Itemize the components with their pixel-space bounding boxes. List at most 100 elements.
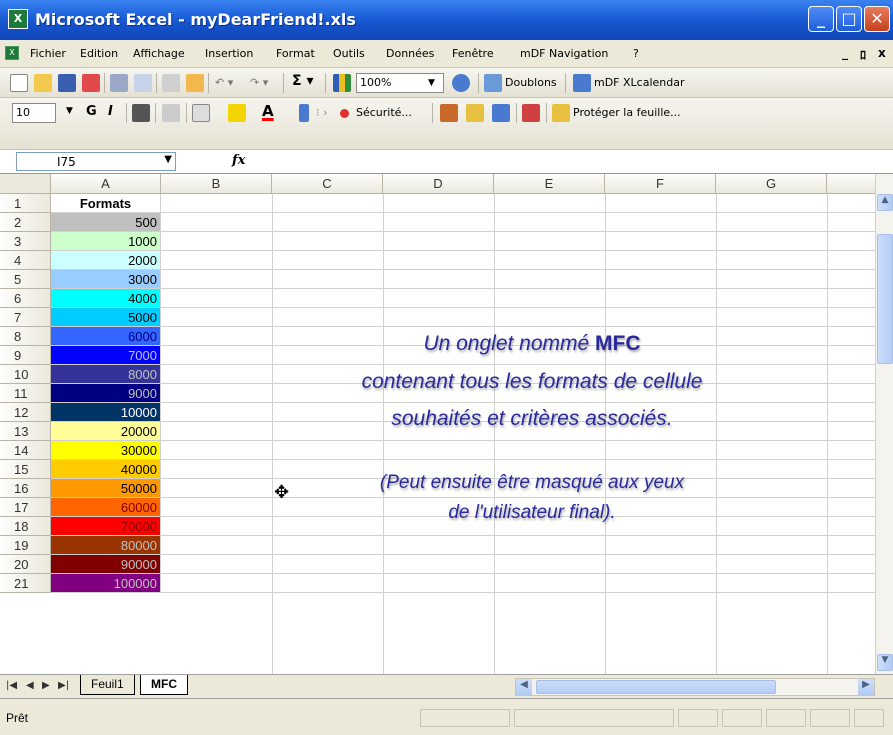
format-cell[interactable]: 40000 xyxy=(51,460,161,479)
row-header[interactable]: 8 xyxy=(0,327,51,346)
tab-mfc[interactable]: MFC xyxy=(140,675,188,695)
undo-icon[interactable]: ↶ ▾ xyxy=(215,76,233,89)
column-header-e[interactable]: E xyxy=(494,174,605,194)
tool-icon-1[interactable] xyxy=(440,104,458,122)
doc-minimize-button[interactable]: _ xyxy=(842,46,848,60)
row-header[interactable]: 17 xyxy=(0,498,51,517)
row-header[interactable]: 4 xyxy=(0,251,51,270)
doc-restore-button[interactable]: ﾛ xyxy=(860,46,866,63)
column-header-d[interactable]: D xyxy=(383,174,494,194)
doublons-icon[interactable] xyxy=(484,74,502,92)
menu-outils[interactable]: Outils xyxy=(333,47,365,60)
name-box[interactable]: I75 ▼ xyxy=(16,152,176,171)
select-all-corner[interactable] xyxy=(0,174,51,194)
vertical-scrollbar[interactable]: ▲ ▼ xyxy=(875,174,893,674)
row-header[interactable]: 2 xyxy=(0,213,51,232)
tool-icon-3[interactable] xyxy=(492,104,510,122)
function-icon[interactable]: fx xyxy=(232,153,245,168)
next-sheet-icon[interactable]: ▶ xyxy=(42,680,50,691)
menu-affichage[interactable]: Affichage xyxy=(133,47,185,60)
row-header[interactable]: 14 xyxy=(0,441,51,460)
worksheet-grid[interactable]: A B C D E F G 1 2 500 3 1000 4 2000 5 3000 6 4000 7… xyxy=(0,174,875,674)
row-header[interactable]: 10 xyxy=(0,365,51,384)
zoom-dropdown-icon[interactable]: ▼ xyxy=(428,78,435,88)
menu-fenetre[interactable]: Fenêtre xyxy=(452,47,494,60)
copy-icon[interactable] xyxy=(162,74,180,92)
scroll-up-button[interactable]: ▲ xyxy=(877,194,893,211)
row-header[interactable]: 6 xyxy=(0,289,51,308)
formats-header-cell[interactable]: Formats xyxy=(51,194,161,213)
row-header[interactable]: 1 xyxy=(0,194,51,213)
font-size-select[interactable]: 10 xyxy=(12,103,56,123)
scroll-left-button[interactable]: ◀ xyxy=(516,679,532,695)
format-cell[interactable]: 4000 xyxy=(51,289,161,308)
excel-icon[interactable]: X xyxy=(8,9,28,29)
format-cell[interactable]: 70000 xyxy=(51,517,161,536)
format-cell[interactable]: 60000 xyxy=(51,498,161,517)
menu-donnees[interactable]: Données xyxy=(386,47,434,60)
open-folder-icon[interactable] xyxy=(34,74,52,92)
borders-icon[interactable] xyxy=(192,104,210,122)
close-button[interactable]: ✕ xyxy=(864,6,890,32)
format-cell[interactable]: 7000 xyxy=(51,346,161,365)
fill-color-icon[interactable] xyxy=(228,104,246,122)
security-icon[interactable] xyxy=(340,109,349,118)
row-header[interactable]: 13 xyxy=(0,422,51,441)
row-header[interactable]: 9 xyxy=(0,346,51,365)
format-cell[interactable]: 6000 xyxy=(51,327,161,346)
menu-format[interactable]: Format xyxy=(276,47,315,60)
row-header[interactable]: 11 xyxy=(0,384,51,403)
securite-button[interactable]: Sécurité... xyxy=(356,106,412,119)
row-header[interactable]: 16 xyxy=(0,479,51,498)
row-header[interactable]: 3 xyxy=(0,232,51,251)
save-icon[interactable] xyxy=(58,74,76,92)
format-cell[interactable]: 500 xyxy=(51,213,161,232)
doc-close-button[interactable]: x xyxy=(878,46,886,60)
print-preview-icon[interactable] xyxy=(134,74,152,92)
protect-sheet-icon[interactable] xyxy=(552,104,570,122)
scroll-down-button[interactable]: ▼ xyxy=(877,654,893,671)
column-header-f[interactable]: F xyxy=(605,174,716,194)
format-cell[interactable]: 100000 xyxy=(51,574,161,593)
redo-icon[interactable]: ↷ ▾ xyxy=(250,76,268,89)
format-cell[interactable]: 30000 xyxy=(51,441,161,460)
autosum-icon[interactable]: Σ ▾ xyxy=(292,73,313,89)
format-cell[interactable]: 9000 xyxy=(51,384,161,403)
format-cell[interactable]: 50000 xyxy=(51,479,161,498)
tool-icon-2[interactable] xyxy=(466,104,484,122)
options-icon[interactable] xyxy=(299,104,309,122)
merge-center-icon[interactable] xyxy=(132,104,150,122)
format-cell[interactable]: 8000 xyxy=(51,365,161,384)
maximize-button[interactable]: □ xyxy=(836,6,862,32)
minimize-button[interactable]: _ xyxy=(808,6,834,32)
row-header[interactable]: 7 xyxy=(0,308,51,327)
xlcalendar-button[interactable]: mDF XLcalendar xyxy=(594,76,685,89)
format-cell[interactable]: 80000 xyxy=(51,536,161,555)
workbook-icon[interactable]: X xyxy=(5,46,19,60)
column-header-a[interactable]: A xyxy=(51,174,161,194)
horizontal-scroll-thumb[interactable] xyxy=(536,680,776,694)
row-header[interactable]: 5 xyxy=(0,270,51,289)
vertical-scroll-thumb[interactable] xyxy=(877,234,893,364)
chart-wizard-icon[interactable] xyxy=(333,74,351,92)
column-header-h[interactable] xyxy=(827,174,875,194)
help-icon[interactable] xyxy=(452,74,470,92)
doublons-button[interactable]: Doublons xyxy=(505,76,557,89)
menu-help[interactable]: ? xyxy=(633,47,639,60)
toolbar-overflow-icon[interactable]: ⁝ › xyxy=(316,106,327,119)
scroll-right-button[interactable]: ▶ xyxy=(858,679,874,695)
font-color-icon[interactable]: A xyxy=(262,102,274,120)
row-header[interactable]: 15 xyxy=(0,460,51,479)
menu-fichier[interactable]: Fichier xyxy=(30,47,66,60)
print-icon[interactable] xyxy=(110,74,128,92)
name-box-dropdown-icon[interactable]: ▼ xyxy=(164,154,172,165)
first-sheet-icon[interactable]: |◀ xyxy=(6,680,17,691)
format-cell[interactable]: 5000 xyxy=(51,308,161,327)
row-header[interactable]: 19 xyxy=(0,536,51,555)
italic-button[interactable]: I xyxy=(108,104,113,119)
proteger-feuille-button[interactable]: Protéger la feuille... xyxy=(573,106,681,119)
format-painter-icon[interactable] xyxy=(186,74,204,92)
menu-insertion[interactable]: Insertion xyxy=(205,47,253,60)
permission-icon[interactable] xyxy=(82,74,100,92)
font-size-dropdown-icon[interactable]: ▼ xyxy=(66,106,73,116)
